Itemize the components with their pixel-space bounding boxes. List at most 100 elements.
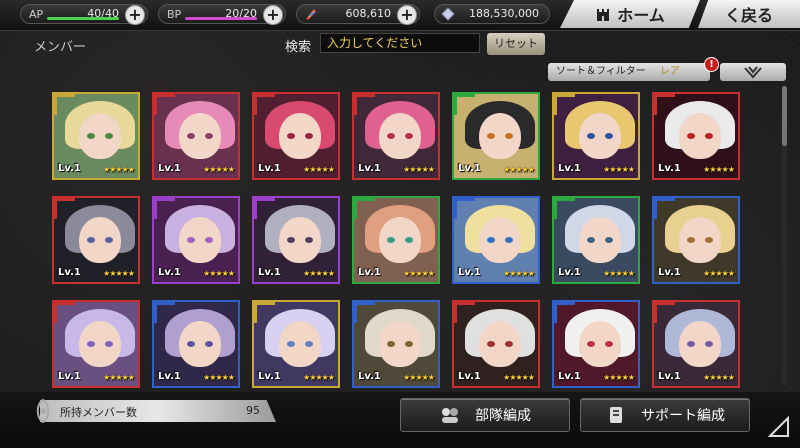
frame-corner-ornament [254, 94, 275, 115]
frame-corner-ornament [354, 94, 375, 115]
portrait-eye [587, 237, 595, 243]
frame-corner-ornament [54, 198, 75, 219]
character-card[interactable]: Lv.1 ★★★★★ [352, 196, 440, 284]
character-card[interactable]: Lv.1 ★★★★★ [52, 92, 140, 180]
character-card[interactable]: Lv.1 ★★★★★ [352, 300, 440, 388]
back-label: く戻る [724, 6, 773, 25]
frame-corner-ornament [654, 302, 675, 323]
portrait-eye [505, 237, 513, 243]
gem-plus-button[interactable]: + [397, 5, 417, 25]
bp-plus-button[interactable]: + [263, 5, 283, 25]
portrait-eye [587, 341, 595, 347]
reset-button[interactable]: リセット [487, 33, 545, 55]
crystal-counter: 188,530,000 [434, 4, 550, 24]
character-level: Lv.1 [558, 267, 581, 278]
portrait-eye [287, 341, 295, 347]
rarity-stars: ★★★★★ [103, 269, 135, 278]
character-card[interactable]: Lv.1 ★★★★★ [552, 196, 640, 284]
portrait-eye [187, 341, 195, 347]
character-grid: Lv.1 ★★★★★ Lv.1 ★★★★★ Lv.1 ★★★★★ Lv.1 ★★★★★ Lv.1… [38, 84, 784, 390]
character-level: Lv.1 [158, 371, 181, 382]
sort-value: レア [660, 66, 680, 77]
portrait-eye [587, 133, 595, 139]
frame-corner-ornament [154, 198, 175, 219]
character-card[interactable]: Lv.1 ★★★★★ [452, 92, 540, 180]
rarity-stars: ★★★★★ [303, 165, 335, 174]
rarity-stars: ★★★★★ [103, 373, 135, 382]
frame-corner-ornament [154, 302, 175, 323]
portrait-face [179, 113, 221, 159]
character-level: Lv.1 [258, 371, 281, 382]
character-card[interactable]: Lv.1 ★★★★★ [452, 300, 540, 388]
portrait-eye [187, 237, 195, 243]
home-button[interactable]: ホーム [560, 0, 700, 28]
sort-filter-button[interactable]: ソート＆フィルター レア [548, 63, 710, 81]
character-card[interactable]: Lv.1 ★★★★★ [152, 92, 240, 180]
character-card[interactable]: Lv.1 ★★★★★ [552, 300, 640, 388]
portrait-eye [387, 237, 395, 243]
character-level: Lv.1 [158, 163, 181, 174]
bp-gauge [185, 17, 257, 20]
portrait-eye [705, 341, 713, 347]
portrait-face [79, 217, 121, 263]
filter-toggle-button[interactable] [720, 63, 786, 81]
character-level: Lv.1 [558, 163, 581, 174]
character-card[interactable]: Lv.1 ★★★★★ [552, 92, 640, 180]
rarity-stars: ★★★★★ [703, 269, 735, 278]
character-card[interactable]: Lv.1 ★★★★★ [652, 92, 740, 180]
portrait-eye [405, 341, 413, 347]
support-formation-button[interactable]: サポート編成 [580, 398, 750, 432]
frame-corner-ornament [554, 198, 575, 219]
character-card[interactable]: Lv.1 ★★★★★ [52, 196, 140, 284]
alert-badge: ! [704, 57, 719, 72]
character-card[interactable]: Lv.1 ★★★★★ [252, 196, 340, 284]
frame-corner-ornament [454, 94, 475, 115]
ap-plus-button[interactable]: + [125, 5, 145, 25]
portrait-eye [687, 133, 695, 139]
section-title: メンバー [34, 40, 87, 55]
character-card[interactable]: Lv.1 ★★★★★ [652, 196, 740, 284]
ornament-icon [36, 398, 50, 424]
character-card[interactable]: Lv.1 ★★★★★ [352, 92, 440, 180]
portrait-eye [287, 133, 295, 139]
portrait-eye [705, 237, 713, 243]
frame-corner-ornament [254, 302, 275, 323]
portrait-eye [205, 133, 213, 139]
grid-scrollbar[interactable] [782, 86, 787, 386]
character-level: Lv.1 [658, 267, 681, 278]
character-card[interactable]: Lv.1 ★★★★★ [252, 92, 340, 180]
frame-corner-ornament [554, 302, 575, 323]
character-card[interactable]: Lv.1 ★★★★★ [452, 196, 540, 284]
scrollbar-thumb[interactable] [782, 86, 787, 146]
home-label: ホーム [617, 6, 665, 25]
character-level: Lv.1 [258, 267, 281, 278]
character-card[interactable]: Lv.1 ★★★★★ [52, 300, 140, 388]
portrait-eye [87, 341, 95, 347]
rainbow-gem-icon [306, 9, 316, 20]
character-card[interactable]: Lv.1 ★★★★★ [652, 300, 740, 388]
portrait-eye [505, 133, 513, 139]
portrait-eye [105, 133, 113, 139]
search-input[interactable] [320, 33, 480, 53]
ap-meter: AP 40/40 + [20, 4, 148, 25]
portrait-eye [687, 237, 695, 243]
character-level: Lv.1 [358, 267, 381, 278]
character-level: Lv.1 [58, 267, 81, 278]
bp-label: BP [167, 8, 182, 21]
back-button[interactable]: く戻る [698, 0, 800, 28]
party-formation-button[interactable]: 部隊編成 [400, 398, 570, 432]
frame-corner-ornament [54, 302, 75, 323]
rarity-stars: ★★★★★ [503, 269, 535, 278]
character-card[interactable]: Lv.1 ★★★★★ [252, 300, 340, 388]
support-formation-label: サポート編成 [641, 408, 725, 424]
character-card[interactable]: Lv.1 ★★★★★ [152, 300, 240, 388]
sort-filter-label: ソート＆フィルター [556, 66, 646, 77]
character-card[interactable]: Lv.1 ★★★★★ [152, 196, 240, 284]
corner-triangle-icon[interactable] [766, 414, 792, 440]
portrait-face [479, 321, 521, 367]
portrait-eye [387, 133, 395, 139]
portrait-eye [205, 237, 213, 243]
portrait-face [379, 321, 421, 367]
portrait-face [679, 113, 721, 159]
top-status-bar: AP 40/40 + BP 20/20 + 608,610 + 188,530,… [0, 0, 800, 31]
